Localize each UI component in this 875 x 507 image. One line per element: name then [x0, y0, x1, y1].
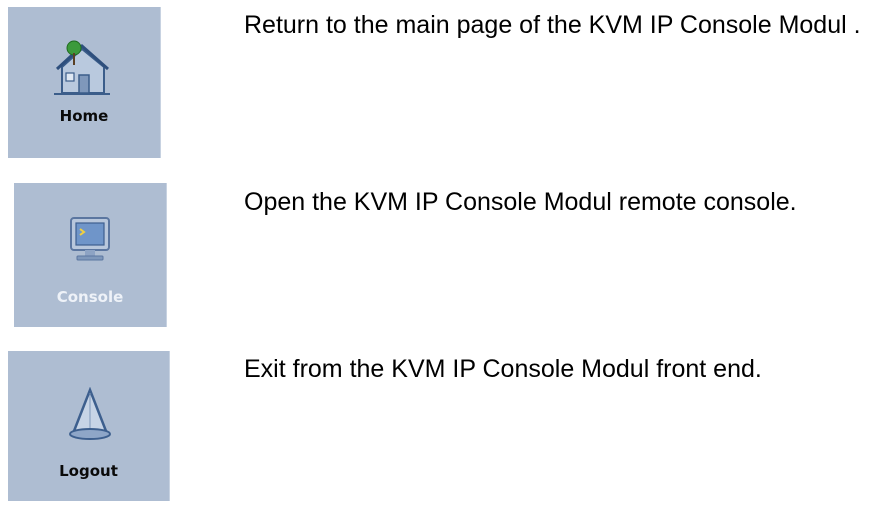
console-button-label: Console [56, 288, 124, 306]
home-button-label: Home [59, 107, 109, 125]
monitor-icon [70, 217, 110, 261]
logout-description: Exit from the KVM IP Console Modul front… [244, 355, 762, 383]
home-icon [54, 40, 110, 95]
logout-button[interactable]: Logout [8, 351, 170, 501]
logout-icon [69, 387, 111, 440]
console-description: Open the KVM IP Console Modul remote con… [244, 188, 797, 216]
home-button[interactable]: Home [8, 7, 161, 158]
logout-button-label: Logout [59, 462, 118, 480]
home-description: Return to the main page of the KVM IP Co… [244, 11, 861, 39]
console-button[interactable]: Console [14, 183, 167, 327]
